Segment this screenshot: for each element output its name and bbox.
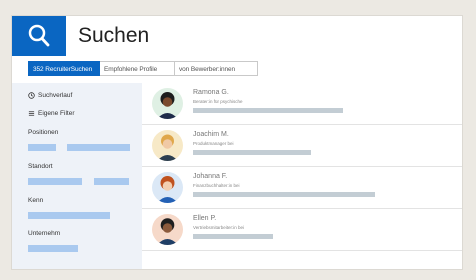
filter-chip[interactable] bbox=[28, 178, 82, 185]
tab-recruiter-search[interactable]: 352 RecruiterSuchen bbox=[28, 61, 100, 76]
avatar bbox=[152, 88, 183, 119]
header: Suchen bbox=[12, 16, 462, 56]
filter-chip[interactable] bbox=[28, 245, 78, 252]
custom-filters-label: Eigene Filter bbox=[38, 110, 75, 117]
avatar bbox=[152, 130, 183, 161]
text-placeholder bbox=[193, 234, 273, 239]
candidate-name: Ramona G. bbox=[193, 89, 229, 96]
list-item[interactable]: Joachim M. Produktmanager bei bbox=[142, 125, 462, 167]
search-history-label: Suchverlauf bbox=[38, 92, 73, 99]
text-placeholder bbox=[193, 192, 375, 197]
list-item[interactable]: Johanna F. Finanzbuchhalter:in bei bbox=[142, 167, 462, 209]
filter-heading-positions: Positionen bbox=[28, 129, 59, 136]
candidate-name: Joachim M. bbox=[193, 131, 229, 138]
candidate-list: Ramona G. Berater:in für psychische Joac… bbox=[142, 83, 462, 269]
avatar bbox=[152, 214, 183, 245]
candidate-role: Berater:in für psychische bbox=[193, 99, 243, 104]
clock-icon bbox=[28, 92, 35, 99]
text-placeholder bbox=[193, 150, 311, 155]
candidate-role: Finanzbuchhalter:in bei bbox=[193, 183, 240, 188]
custom-filters-link[interactable]: Eigene Filter bbox=[28, 110, 75, 117]
avatar bbox=[152, 172, 183, 203]
filter-chip[interactable] bbox=[67, 144, 130, 151]
app-window: Suchen 352 RecruiterSuchen Empfohlene Pr… bbox=[11, 15, 463, 270]
filter-sidebar: Suchverlauf Eigene Filter Positionen Sta… bbox=[12, 83, 142, 269]
filter-chip[interactable] bbox=[28, 212, 110, 219]
filter-heading-skills: Kenn bbox=[28, 197, 44, 204]
search-history-link[interactable]: Suchverlauf bbox=[28, 92, 72, 99]
candidate-role: Produktmanager bei bbox=[193, 141, 234, 146]
search-icon bbox=[28, 24, 50, 47]
candidate-name: Ellen P. bbox=[193, 215, 217, 222]
filter-chip[interactable] bbox=[94, 178, 129, 185]
tab-applicants[interactable]: von Bewerber:innen bbox=[175, 61, 258, 76]
tab-recommended-profiles[interactable]: Empfohlene Profile bbox=[100, 61, 175, 76]
list-item[interactable]: Ellen P. Vertriebsmitarbeiter:in bei bbox=[142, 209, 462, 251]
filter-chip[interactable] bbox=[28, 144, 56, 151]
text-placeholder bbox=[193, 108, 343, 113]
filter-icon bbox=[28, 111, 35, 116]
candidate-name: Johanna F. bbox=[193, 173, 228, 180]
tab-bar: 352 RecruiterSuchen Empfohlene Profile v… bbox=[28, 61, 258, 76]
filter-heading-location: Standort bbox=[28, 163, 53, 170]
list-item[interactable]: Ramona G. Berater:in für psychische bbox=[142, 83, 462, 125]
candidate-role: Vertriebsmitarbeiter:in bei bbox=[193, 225, 245, 230]
search-button[interactable] bbox=[12, 16, 66, 56]
filter-heading-company: Unternehm bbox=[28, 230, 61, 237]
page-title: Suchen bbox=[78, 24, 150, 47]
